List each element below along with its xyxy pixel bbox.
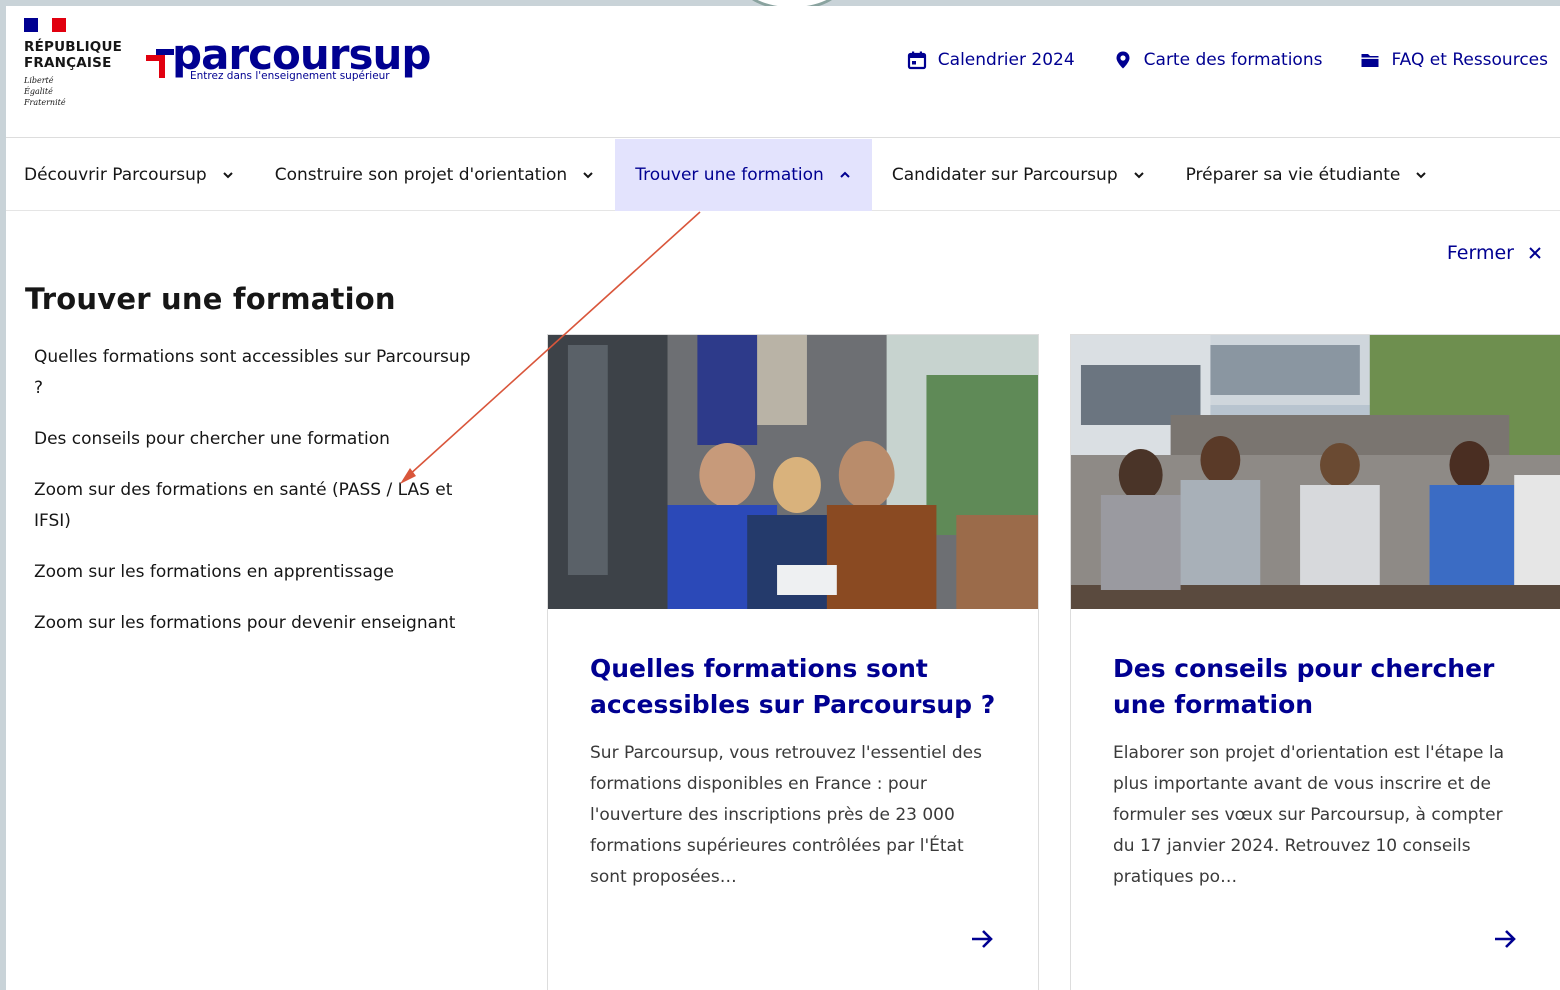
chevron-down-icon bbox=[222, 172, 233, 179]
calendar-icon bbox=[907, 51, 926, 70]
menu-link-enseignant[interactable]: Zoom sur les formations pour devenir ens… bbox=[34, 608, 484, 639]
card-conseils-formation[interactable]: Des conseils pour chercher une formation… bbox=[1070, 334, 1560, 990]
close-icon bbox=[1529, 247, 1541, 259]
map-pin-icon bbox=[1116, 51, 1130, 69]
nav-construire-projet[interactable]: Construire son projet d'orientation bbox=[255, 139, 616, 211]
republique-francaise-block: RÉPUBLIQUE FRANÇAISE Liberté Égalité Fra… bbox=[24, 18, 144, 108]
menu-links: Quelles formations sont accessibles sur … bbox=[34, 342, 484, 659]
arrow-right-icon[interactable] bbox=[968, 925, 996, 953]
card-formations-accessibles[interactable]: Quelles formations sont accessibles sur … bbox=[547, 334, 1039, 990]
page-frame: RÉPUBLIQUE FRANÇAISE Liberté Égalité Fra… bbox=[6, 6, 1560, 990]
nav-item-label: Découvrir Parcoursup bbox=[24, 165, 207, 185]
card-photo-campus bbox=[1071, 335, 1560, 609]
close-label: Fermer bbox=[1446, 242, 1514, 264]
map-link-label: Carte des formations bbox=[1143, 50, 1323, 70]
folder-icon bbox=[1361, 54, 1379, 67]
logo-tagline: Entrez dans l'enseignement supérieur bbox=[190, 70, 390, 82]
french-flag-icon bbox=[24, 18, 66, 32]
card-description: Sur Parcoursup, vous retrouvez l'essenti… bbox=[590, 743, 982, 887]
site-header: RÉPUBLIQUE FRANÇAISE Liberté Égalité Fra… bbox=[6, 6, 1560, 138]
faq-link[interactable]: FAQ et Ressources bbox=[1360, 50, 1548, 70]
card-photo-students bbox=[548, 335, 1038, 609]
nav-item-label: Trouver une formation bbox=[635, 165, 824, 185]
menu-link-conseils[interactable]: Des conseils pour chercher une formation bbox=[34, 424, 484, 455]
map-link[interactable]: Carte des formations bbox=[1113, 50, 1323, 70]
close-menu-button[interactable]: Fermer bbox=[1447, 242, 1542, 264]
parcoursup-logo[interactable]: parcoursup Entrez dans l'enseignement su… bbox=[144, 30, 434, 96]
header-quick-links: Calendrier 2024 Carte des formations FAQ… bbox=[907, 50, 1548, 70]
nav-vie-etudiante[interactable]: Préparer sa vie étudiante bbox=[1166, 139, 1449, 211]
main-navigation: Découvrir Parcoursup Construire son proj… bbox=[6, 139, 1560, 211]
nav-item-label: Construire son projet d'orientation bbox=[274, 165, 568, 185]
devise: Liberté Égalité Fraternité bbox=[24, 76, 66, 107]
republique-name: RÉPUBLIQUE FRANÇAISE bbox=[24, 39, 123, 71]
nav-candidater[interactable]: Candidater sur Parcoursup bbox=[872, 139, 1166, 211]
nav-trouver-formation[interactable]: Trouver une formation bbox=[615, 139, 872, 211]
calendar-link-label: Calendrier 2024 bbox=[937, 50, 1075, 70]
nav-decouvrir-parcoursup[interactable]: Découvrir Parcoursup bbox=[6, 139, 255, 211]
faq-link-label: FAQ et Ressources bbox=[1391, 50, 1548, 70]
chevron-up-icon bbox=[840, 171, 850, 178]
calendar-link[interactable]: Calendrier 2024 bbox=[907, 50, 1075, 70]
menu-link-sante[interactable]: Zoom sur des formations en santé (PASS /… bbox=[34, 475, 484, 537]
chevron-down-icon bbox=[583, 172, 593, 179]
card-title[interactable]: Quelles formations sont accessibles sur … bbox=[590, 651, 1010, 723]
card-title[interactable]: Des conseils pour chercher une formation bbox=[1113, 651, 1533, 723]
menu-link-formations-accessibles[interactable]: Quelles formations sont accessibles sur … bbox=[34, 342, 484, 404]
nav-item-label: Préparer sa vie étudiante bbox=[1185, 165, 1401, 185]
card-description: Elaborer son projet d'orientation est l'… bbox=[1113, 743, 1505, 887]
menu-link-apprentissage[interactable]: Zoom sur les formations en apprentissage bbox=[34, 557, 484, 588]
arrow-right-icon[interactable] bbox=[1491, 925, 1519, 953]
menu-title: Trouver une formation bbox=[25, 282, 396, 316]
nav-item-label: Candidater sur Parcoursup bbox=[891, 165, 1118, 185]
chevron-down-icon bbox=[1133, 172, 1144, 179]
chevron-down-icon bbox=[1416, 172, 1427, 179]
